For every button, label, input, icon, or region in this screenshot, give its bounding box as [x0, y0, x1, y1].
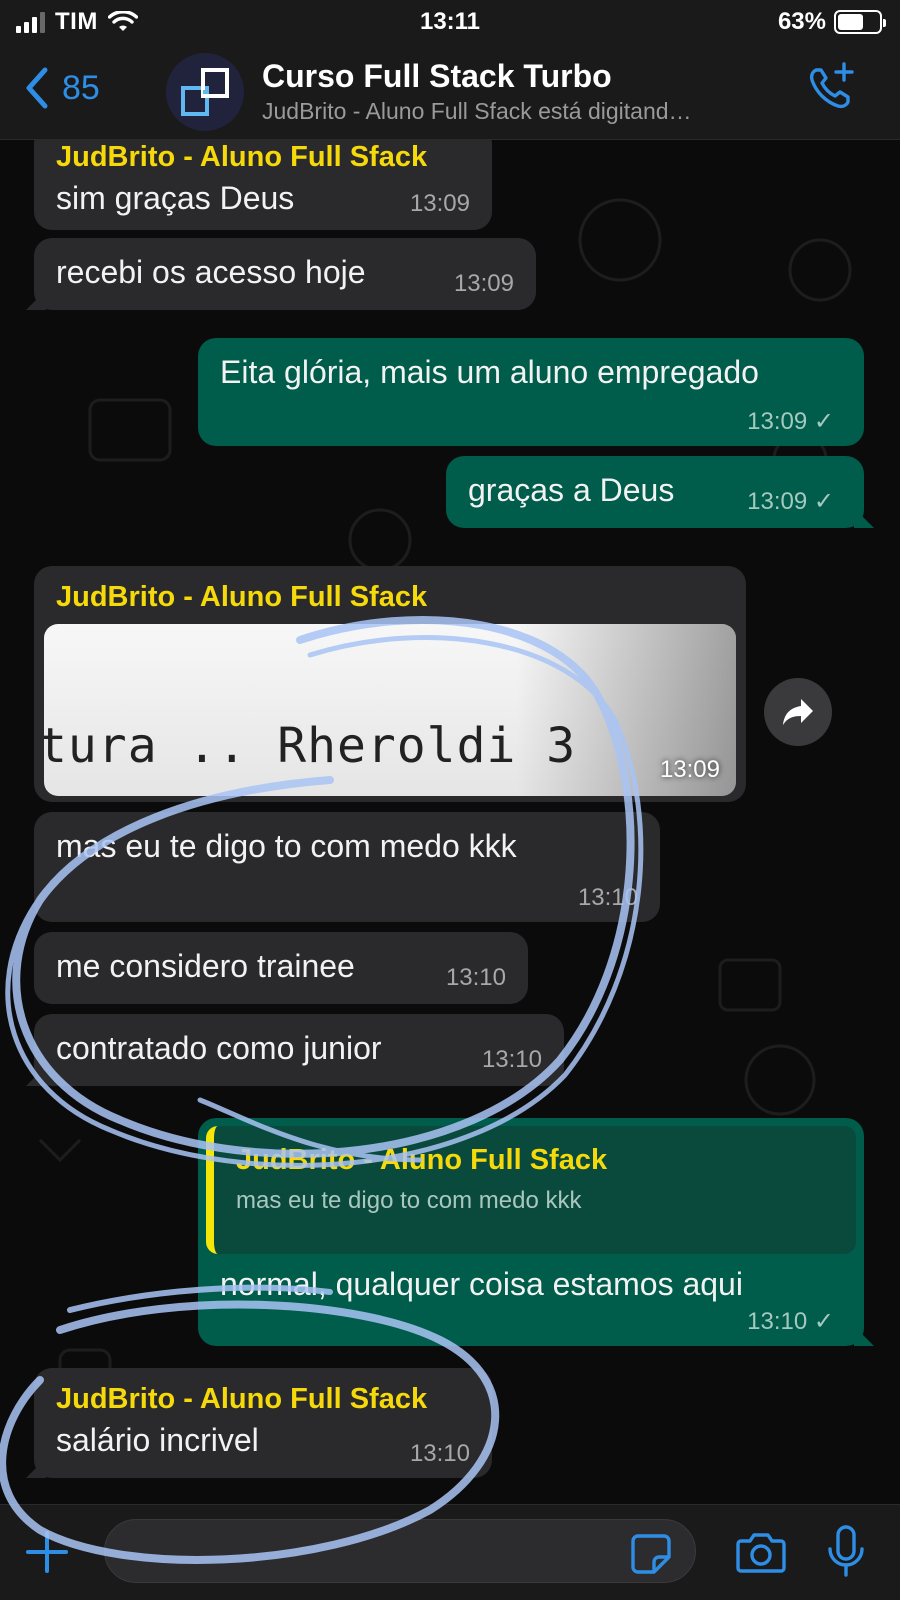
- message-time: 13:10: [481, 1046, 542, 1073]
- message-text: salário incrivel: [56, 1422, 259, 1458]
- image-caption-text: tura .. Rheroldi 3: [44, 718, 577, 774]
- composer-bar: [0, 1504, 900, 1600]
- message-time: 13:09: [659, 756, 720, 783]
- outgoing-message[interactable]: Eita glória, mais um aluno empregado 13:…: [198, 338, 864, 446]
- quoted-message[interactable]: JudBrito - Aluno Full Sfack mas eu te di…: [206, 1126, 856, 1254]
- sender-name[interactable]: JudBrito - Aluno Full Sfack: [56, 1380, 470, 1418]
- group-avatar-logo: [181, 68, 229, 116]
- battery-icon: [834, 10, 886, 34]
- message-text: sim graças Deus: [56, 180, 295, 216]
- chat-title[interactable]: Curso Full Stack Turbo: [262, 58, 612, 95]
- message-time: 13:09 ✓: [747, 408, 834, 435]
- add-call-icon: [809, 62, 854, 109]
- attach-button[interactable]: [24, 1523, 70, 1585]
- back-button[interactable]: 85: [24, 66, 100, 110]
- message-list[interactable]: JudBrito - Aluno Full Sfack sim graças D…: [0, 140, 900, 1504]
- plus-icon: [26, 1531, 68, 1573]
- chat-header: 85 Curso Full Stack Turbo JudBrito - Alu…: [0, 48, 900, 140]
- sent-check-icon: ✓: [813, 408, 834, 435]
- incoming-message[interactable]: me considero trainee 13:10: [34, 932, 528, 1004]
- quoted-sender: JudBrito - Aluno Full Sfack: [236, 1144, 608, 1176]
- message-text: normal, qualquer coisa estamos aqui: [220, 1266, 743, 1302]
- message-text: me considero trainee: [56, 948, 355, 984]
- message-time: 13:10: [445, 964, 506, 991]
- incoming-message[interactable]: mas eu te digo to com medo kkk 13:10: [34, 812, 660, 922]
- message-time: 13:10: [409, 1440, 470, 1467]
- message-text: mas eu te digo to com medo kkk: [56, 828, 517, 864]
- microphone-button[interactable]: [826, 1525, 866, 1584]
- image-attachment[interactable]: tura .. Rheroldi 3 13:09: [44, 624, 736, 796]
- group-avatar[interactable]: [166, 53, 244, 131]
- sticker-icon: [631, 1534, 671, 1574]
- message-text: contratado como junior: [56, 1030, 382, 1066]
- unread-count: 85: [62, 68, 100, 107]
- battery-percent: 63%: [777, 8, 826, 35]
- quoted-text: mas eu te digo to com medo kkk: [236, 1187, 582, 1214]
- microphone-icon: [828, 1525, 864, 1577]
- incoming-message[interactable]: JudBrito - Aluno Full Sfack sim graças D…: [34, 140, 492, 230]
- incoming-message[interactable]: contratado como junior 13:10: [26, 1014, 564, 1086]
- clock: 13:11: [419, 8, 481, 35]
- message-text: Eita glória, mais um aluno empregado: [220, 354, 759, 390]
- message-time: 13:10: [577, 884, 638, 911]
- incoming-message[interactable]: JudBrito - Aluno Full Sfack salário incr…: [26, 1368, 492, 1478]
- sender-name[interactable]: JudBrito - Aluno Full Sfack: [56, 140, 470, 176]
- sent-check-icon: ✓: [813, 1308, 834, 1335]
- typing-status: JudBrito - Aluno Full Sfack está digitan…: [262, 98, 692, 124]
- outgoing-reply-message[interactable]: JudBrito - Aluno Full Sfack mas eu te di…: [198, 1118, 874, 1346]
- camera-button[interactable]: [736, 1531, 786, 1578]
- message-time: 13:09: [453, 270, 514, 297]
- sender-name[interactable]: JudBrito - Aluno Full Sfack: [56, 578, 724, 616]
- chevron-left-icon: [26, 67, 48, 109]
- camera-icon: [736, 1533, 786, 1573]
- status-bar: TIM 13:11 63%: [0, 0, 900, 48]
- message-time: 13:09: [409, 190, 470, 217]
- message-time: 13:09 ✓: [747, 488, 834, 515]
- add-call-button[interactable]: [806, 62, 856, 117]
- sticker-button[interactable]: [630, 1533, 672, 1580]
- sent-check-icon: ✓: [813, 488, 834, 515]
- message-text: recebi os acesso hoje: [56, 254, 366, 290]
- forward-icon: [783, 699, 813, 725]
- forward-button[interactable]: [764, 678, 832, 746]
- outgoing-message[interactable]: graças a Deus 13:09 ✓: [446, 456, 874, 528]
- incoming-message[interactable]: recebi os acesso hoje 13:09: [26, 238, 536, 310]
- message-input[interactable]: [104, 1519, 696, 1583]
- message-time: 13:10 ✓: [747, 1308, 834, 1335]
